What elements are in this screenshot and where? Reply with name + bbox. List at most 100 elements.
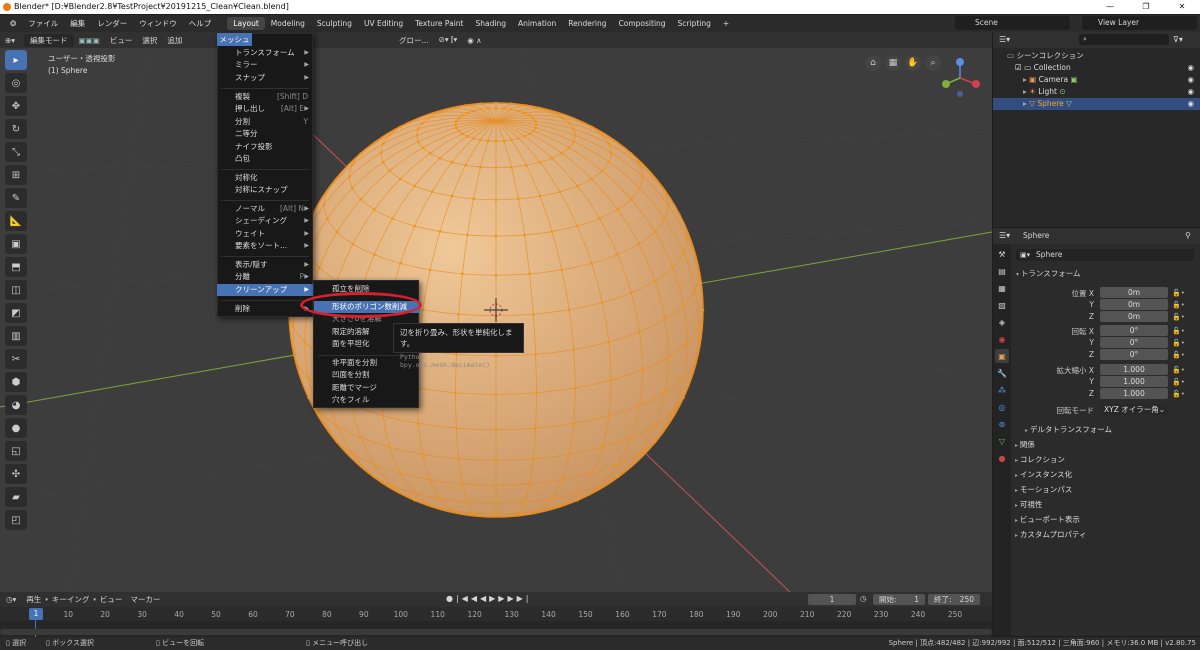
scene-tab-icon[interactable]: ◈ bbox=[995, 315, 1009, 329]
editor-type-icon[interactable]: ⊕▾ bbox=[0, 36, 20, 45]
data-tab-icon[interactable]: ▽ bbox=[995, 434, 1009, 448]
scene-selector[interactable]: Scene bbox=[955, 16, 1070, 30]
physics-tab-icon[interactable]: ◎ bbox=[995, 400, 1009, 414]
transform-panel-header[interactable]: ▾ トランスフォーム bbox=[1016, 268, 1081, 279]
minimize-button[interactable]: — bbox=[1092, 0, 1128, 14]
cleanup-split-concave[interactable]: 凹面を分割 bbox=[314, 369, 420, 381]
smooth-tool[interactable]: ● bbox=[5, 418, 27, 438]
mesh-menu-snap-to-symmetry[interactable]: 対称にスナップ bbox=[217, 184, 313, 196]
transform-orientation-dropdown[interactable]: グロー... bbox=[394, 35, 434, 46]
annotate-tool[interactable]: ✎ bbox=[5, 188, 27, 208]
tab-scripting[interactable]: Scripting bbox=[672, 17, 717, 30]
shrink-fatten-tool[interactable]: ✣ bbox=[5, 464, 27, 484]
menu-timeline-view[interactable]: ビュー bbox=[96, 594, 127, 605]
menu-keying[interactable]: キーイング bbox=[48, 594, 94, 605]
menu-file[interactable]: ファイル bbox=[22, 18, 64, 29]
menu-mesh[interactable]: メッシュ bbox=[217, 33, 252, 46]
scale-x-field[interactable]: 1.000 bbox=[1100, 364, 1168, 375]
transform-tool[interactable]: ⊞ bbox=[5, 165, 27, 185]
tab-modeling[interactable]: Modeling bbox=[265, 17, 311, 30]
section-viewport-display[interactable]: ビューポート表示 bbox=[1015, 514, 1080, 525]
properties-editor-icon[interactable]: ☰▾ bbox=[999, 231, 1010, 240]
mesh-menu-transform[interactable]: トランスフォーム ▶ bbox=[217, 47, 313, 59]
mesh-menu-separate[interactable]: 分離 P ▶ bbox=[217, 271, 313, 283]
section-motion-paths[interactable]: モーションパス bbox=[1015, 484, 1072, 495]
toggle-view-icon[interactable]: ▦ bbox=[885, 55, 901, 71]
outliner-item-light[interactable]: ▸ ☀ Light ⊙ ◉ bbox=[993, 86, 1200, 98]
menu-help[interactable]: ヘルプ bbox=[183, 18, 218, 29]
snap-icon[interactable]: ⊘▾ ⫿▾ bbox=[434, 35, 463, 45]
eye-icon[interactable]: ◉ bbox=[1187, 86, 1194, 98]
tool-tab-icon[interactable]: ⚒ bbox=[995, 247, 1009, 261]
output-tab-icon[interactable]: ▦ bbox=[995, 281, 1009, 295]
knife-tool[interactable]: ✂ bbox=[5, 349, 27, 369]
bevel-tool[interactable]: ◩ bbox=[5, 303, 27, 323]
section-instancing[interactable]: インスタンス化 bbox=[1015, 469, 1072, 480]
rotation-z-field[interactable]: 0° bbox=[1100, 349, 1168, 360]
menu-window[interactable]: ウィンドウ bbox=[133, 18, 183, 29]
shear-tool[interactable]: ▰ bbox=[5, 487, 27, 507]
tab-uv-editing[interactable]: UV Editing bbox=[358, 17, 409, 30]
mesh-menu-knife-project[interactable]: ナイフ投影 bbox=[217, 141, 313, 153]
3d-viewport[interactable] bbox=[0, 32, 992, 592]
mesh-menu-weights[interactable]: ウェイト ▶ bbox=[217, 228, 313, 240]
section-collections[interactable]: コレクション bbox=[1015, 454, 1065, 465]
mesh-menu-sort-elements[interactable]: 要素をソート... ▶ bbox=[217, 240, 313, 252]
eye-icon[interactable]: ◉ bbox=[1187, 74, 1194, 86]
tab-texture-paint[interactable]: Texture Paint bbox=[409, 17, 469, 30]
material-tab-icon[interactable]: ● bbox=[995, 451, 1009, 465]
tab-compositing[interactable]: Compositing bbox=[613, 17, 672, 30]
scale-z-field[interactable]: 1.000 bbox=[1100, 388, 1168, 399]
select-mode-icons[interactable]: ▣▣▣ bbox=[74, 36, 105, 45]
section-custom-properties[interactable]: カスタムプロパティ bbox=[1015, 529, 1087, 540]
mesh-menu-show-hide[interactable]: 表示/隠す ▶ bbox=[217, 259, 313, 271]
outliner-editor-icon[interactable]: ☰▾ bbox=[999, 35, 1010, 44]
tab-shading[interactable]: Shading bbox=[470, 17, 512, 30]
add-workspace-button[interactable]: + bbox=[717, 17, 735, 30]
location-z-field[interactable]: 0m bbox=[1100, 311, 1168, 322]
mesh-menu-delete[interactable]: 削除 ▶ bbox=[217, 303, 313, 315]
add-cube-tool[interactable]: ▣ bbox=[5, 234, 27, 254]
proportional-edit-icon[interactable]: ◉ ∧ bbox=[462, 36, 486, 45]
timeline-editor-icon[interactable]: ◷▾ bbox=[0, 595, 22, 604]
eye-icon[interactable]: ◉ bbox=[1187, 98, 1194, 110]
outliner-item-sphere[interactable]: ▸ ▽ Sphere ▽ ◉ bbox=[993, 98, 1200, 110]
modifier-tab-icon[interactable]: 🔧 bbox=[995, 366, 1009, 380]
poly-build-tool[interactable]: ⬢ bbox=[5, 372, 27, 392]
constraints-tab-icon[interactable]: ⊚ bbox=[995, 417, 1009, 431]
inset-tool[interactable]: ◫ bbox=[5, 280, 27, 300]
scale-tool[interactable]: ⤡ bbox=[5, 142, 27, 162]
section-relations[interactable]: 関係 bbox=[1015, 439, 1035, 450]
view-layer-tab-icon[interactable]: ▧ bbox=[995, 298, 1009, 312]
measure-tool[interactable]: 📐 bbox=[5, 211, 27, 231]
menu-edit[interactable]: 編集 bbox=[64, 18, 91, 29]
mesh-menu-duplicate[interactable]: 複製 [Shift] D bbox=[217, 91, 313, 103]
clock-icon[interactable]: ◷ bbox=[860, 594, 867, 603]
pin-icon[interactable]: ⚲ bbox=[1185, 231, 1191, 240]
cursor-tool[interactable]: ◎ bbox=[5, 73, 27, 93]
loop-cut-tool[interactable]: ▥ bbox=[5, 326, 27, 346]
outliner-item-camera[interactable]: ▸ ▣ Camera ▣ ◉ bbox=[993, 74, 1200, 86]
maximize-button[interactable]: ❐ bbox=[1128, 0, 1164, 14]
pan-view-icon[interactable]: ✋ bbox=[905, 55, 921, 71]
menu-add[interactable]: 追加 bbox=[162, 35, 187, 46]
mesh-menu-clean-up[interactable]: クリーンアップ ▶ bbox=[217, 284, 313, 296]
filter-icon[interactable]: ⊽▾ bbox=[1173, 35, 1183, 44]
rotation-x-field[interactable]: 0° bbox=[1100, 325, 1168, 336]
mesh-menu-symmetrize[interactable]: 対称化 bbox=[217, 172, 313, 184]
particles-tab-icon[interactable]: ⁂ bbox=[995, 383, 1009, 397]
location-x-field[interactable]: 0m bbox=[1100, 287, 1168, 298]
edge-slide-tool[interactable]: ◱ bbox=[5, 441, 27, 461]
close-button[interactable]: ✕ bbox=[1164, 0, 1200, 14]
checkbox-icon[interactable]: ☑ bbox=[1015, 63, 1024, 72]
camera-view-icon[interactable]: ⌂ bbox=[865, 55, 881, 71]
start-frame-field[interactable]: 開始: 1 bbox=[873, 594, 925, 605]
lock-icons[interactable]: 🔓• 🔓• 🔓• bbox=[1172, 364, 1185, 400]
move-tool[interactable]: ✥ bbox=[5, 96, 27, 116]
cleanup-fill-holes[interactable]: 穴をフィル bbox=[314, 394, 420, 406]
mode-dropdown[interactable]: 編集モード bbox=[24, 33, 74, 47]
navigation-gizmo-icon[interactable] bbox=[938, 56, 982, 100]
outliner-scene-collection[interactable]: ▭ シーンコレクション bbox=[993, 50, 1200, 62]
tab-sculpting[interactable]: Sculpting bbox=[311, 17, 358, 30]
tab-layout[interactable]: Layout bbox=[227, 17, 265, 30]
